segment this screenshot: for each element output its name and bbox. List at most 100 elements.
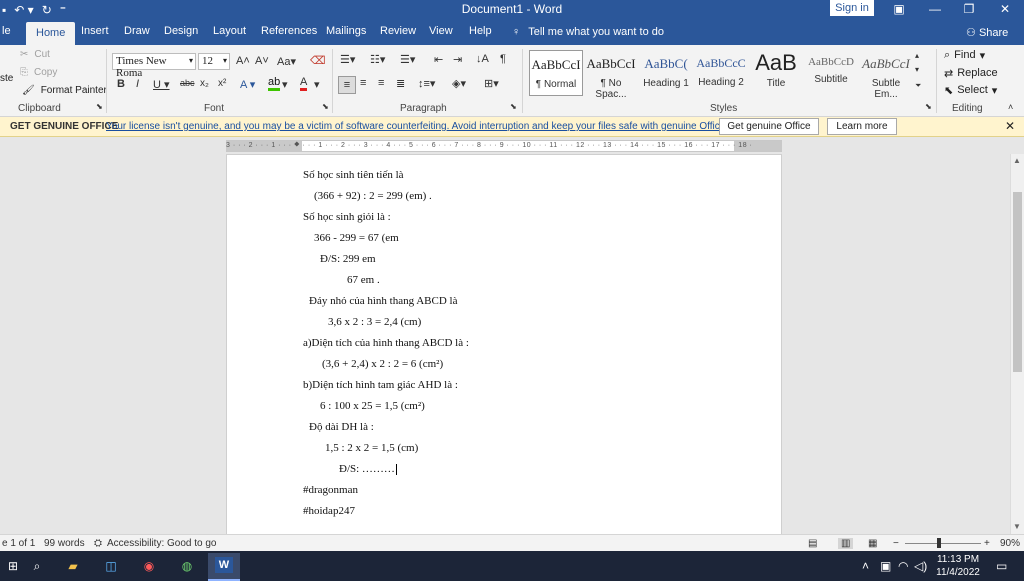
gallery-up-icon[interactable]: ▴ [915, 51, 919, 60]
cut-button[interactable]: ✂ Cut [20, 49, 50, 60]
shrink-font-icon[interactable]: A˅ [255, 55, 269, 67]
learn-more-button[interactable]: Learn more [827, 118, 897, 135]
ribbon-display-icon[interactable]: ▣ [882, 0, 916, 20]
word-taskbar-button[interactable]: W [208, 553, 240, 581]
paragraph-launcher-icon[interactable]: ⬊ [510, 102, 517, 111]
sort-icon[interactable]: ↓A [476, 53, 489, 65]
tab-insert[interactable]: Insert [81, 25, 109, 37]
style-heading-1[interactable]: AaBbC( Heading 1 [639, 50, 693, 96]
tab-references[interactable]: References [261, 25, 317, 37]
format-painter-button[interactable]: 🖌 Format Painter [22, 85, 107, 96]
zoom-level[interactable]: 90% [1000, 538, 1020, 549]
accessibility-status[interactable]: Accessibility: Good to go [107, 538, 217, 549]
chevron-up-icon[interactable]: ˄ [862, 559, 869, 573]
print-layout-icon[interactable]: ▥ [838, 538, 854, 549]
collapse-ribbon-icon[interactable]: ˄ [1008, 102, 1013, 112]
page-count[interactable]: e 1 of 1 [2, 538, 35, 549]
select-button[interactable]: ⬉ Select ▾ [944, 84, 997, 97]
font-size-select[interactable]: 12 ▾ [198, 53, 230, 70]
find-button[interactable]: ⌕ Find ▾ [944, 49, 985, 62]
tell-me-search[interactable]: ♀ Tell me what you want to do [512, 26, 664, 38]
align-center-icon[interactable]: ≡ [360, 77, 366, 89]
style-normal[interactable]: AaBbCcI ¶ Normal [529, 50, 583, 96]
store-icon[interactable]: ◫ [100, 556, 122, 576]
taskbar-clock[interactable]: 11:13 PM 11/4/2022 [928, 553, 988, 579]
style-subtle-emphasis[interactable]: AaBbCcI Subtle Em... [859, 50, 913, 100]
minimize-icon[interactable]: — [918, 0, 952, 20]
subscript-icon[interactable]: x₂ [200, 78, 209, 89]
font-family-select[interactable]: Times New Roma ▾ [112, 53, 196, 79]
chrome-icon[interactable]: ◍ [176, 556, 198, 576]
change-case-icon[interactable]: Aa▾ [277, 55, 296, 68]
web-layout-icon[interactable]: ▦ [868, 538, 877, 549]
scrollbar-thumb[interactable] [1013, 192, 1022, 372]
zoom-out-icon[interactable]: − [893, 538, 899, 549]
copy-button[interactable]: ⎘ Copy [20, 67, 57, 78]
bold-icon[interactable]: B [117, 78, 125, 90]
wifi-icon[interactable]: ◠ [898, 559, 908, 573]
text-effects-icon[interactable]: A ▾ [240, 78, 255, 91]
notifications-icon[interactable]: ▭ [996, 559, 1007, 573]
vertical-scrollbar[interactable]: ▲ ▼ [1010, 154, 1024, 534]
horizontal-ruler[interactable]: 3 · · · 2 · · · 1 · · · ⯁ · · · 1 · · · … [226, 140, 782, 152]
font-launcher-icon[interactable]: ⬊ [322, 102, 329, 111]
zoom-slider[interactable] [905, 543, 981, 544]
style-heading-2[interactable]: AaBbCcC Heading 2 [694, 50, 748, 96]
zoom-in-icon[interactable]: + [984, 538, 990, 549]
strikethrough-icon[interactable]: abc [180, 78, 195, 88]
tab-design[interactable]: Design [164, 25, 198, 37]
align-right-icon[interactable]: ≡ [378, 77, 384, 89]
clear-formatting-icon[interactable]: ⌫ [310, 54, 326, 67]
clipboard-launcher-icon[interactable]: ⬊ [96, 102, 103, 111]
restore-icon[interactable]: ❐ [952, 0, 986, 20]
close-icon[interactable]: ✕ [988, 0, 1022, 20]
italic-icon[interactable]: I [136, 78, 139, 90]
highlight-icon[interactable]: ab [268, 76, 281, 91]
numbering-icon[interactable]: ☷▾ [370, 53, 385, 66]
borders-icon[interactable]: ⊞▾ [484, 77, 499, 90]
tab-mailings[interactable]: Mailings [326, 25, 366, 37]
word-count[interactable]: 99 words [44, 538, 85, 549]
sign-in-button[interactable]: Sign in [830, 0, 874, 16]
gallery-more-icon[interactable]: ⏷ [915, 81, 921, 91]
replace-button[interactable]: ⇄ Replace [944, 67, 998, 80]
style-title[interactable]: AaB Title [749, 50, 803, 96]
paste-button[interactable]: ste [0, 73, 13, 84]
shading-icon[interactable]: ◈▾ [452, 77, 466, 90]
tab-layout[interactable]: Layout [213, 25, 246, 37]
search-icon[interactable]: ⌕ [26, 556, 48, 576]
justify-icon[interactable]: ≣ [396, 77, 405, 90]
styles-launcher-icon[interactable]: ⬊ [925, 102, 932, 111]
pilcrow-icon[interactable]: ¶ [500, 53, 506, 65]
superscript-icon[interactable]: x² [218, 78, 226, 89]
chevron-down-icon[interactable]: ▾ [282, 78, 288, 91]
volume-icon[interactable]: ◁) [914, 559, 927, 573]
browser-icon[interactable]: ◉ [138, 556, 160, 576]
multilevel-list-icon[interactable]: ☰▾ [400, 53, 415, 66]
underline-icon[interactable]: U ▾ [153, 78, 170, 91]
windows-start-icon[interactable]: ⊞ [2, 556, 24, 576]
line-spacing-icon[interactable]: ↕≡▾ [418, 77, 435, 90]
share-button[interactable]: ⚇ Share [966, 26, 1008, 39]
chevron-down-icon[interactable]: ▾ [314, 78, 320, 91]
increase-indent-icon[interactable]: ⇥ [453, 53, 462, 66]
notification-message[interactable]: Your license isn't genuine, and you may … [106, 121, 755, 132]
style-no-spacing[interactable]: AaBbCcI ¶ No Spac... [584, 50, 638, 100]
tab-review[interactable]: Review [380, 25, 416, 37]
scroll-down-icon[interactable]: ▼ [1013, 522, 1021, 531]
get-genuine-office-button[interactable]: Get genuine Office [719, 118, 819, 135]
font-color-icon[interactable]: A [300, 76, 308, 91]
close-icon[interactable]: ✕ [1005, 119, 1015, 133]
bullets-icon[interactable]: ☰▾ [340, 53, 355, 66]
scroll-up-icon[interactable]: ▲ [1013, 156, 1021, 165]
file-explorer-icon[interactable]: ▰ [62, 556, 84, 576]
tray-app-icon[interactable]: ▣ [880, 559, 891, 573]
tab-view[interactable]: View [429, 25, 453, 37]
decrease-indent-icon[interactable]: ⇤ [434, 53, 443, 66]
tab-home[interactable]: Home [26, 22, 76, 45]
read-mode-icon[interactable]: ▤ [808, 538, 817, 549]
tab-file[interactable]: le [2, 25, 11, 37]
align-left-icon[interactable]: ≡ [338, 76, 356, 94]
grow-font-icon[interactable]: A˄ [236, 55, 250, 67]
zoom-slider-thumb[interactable] [937, 538, 941, 548]
